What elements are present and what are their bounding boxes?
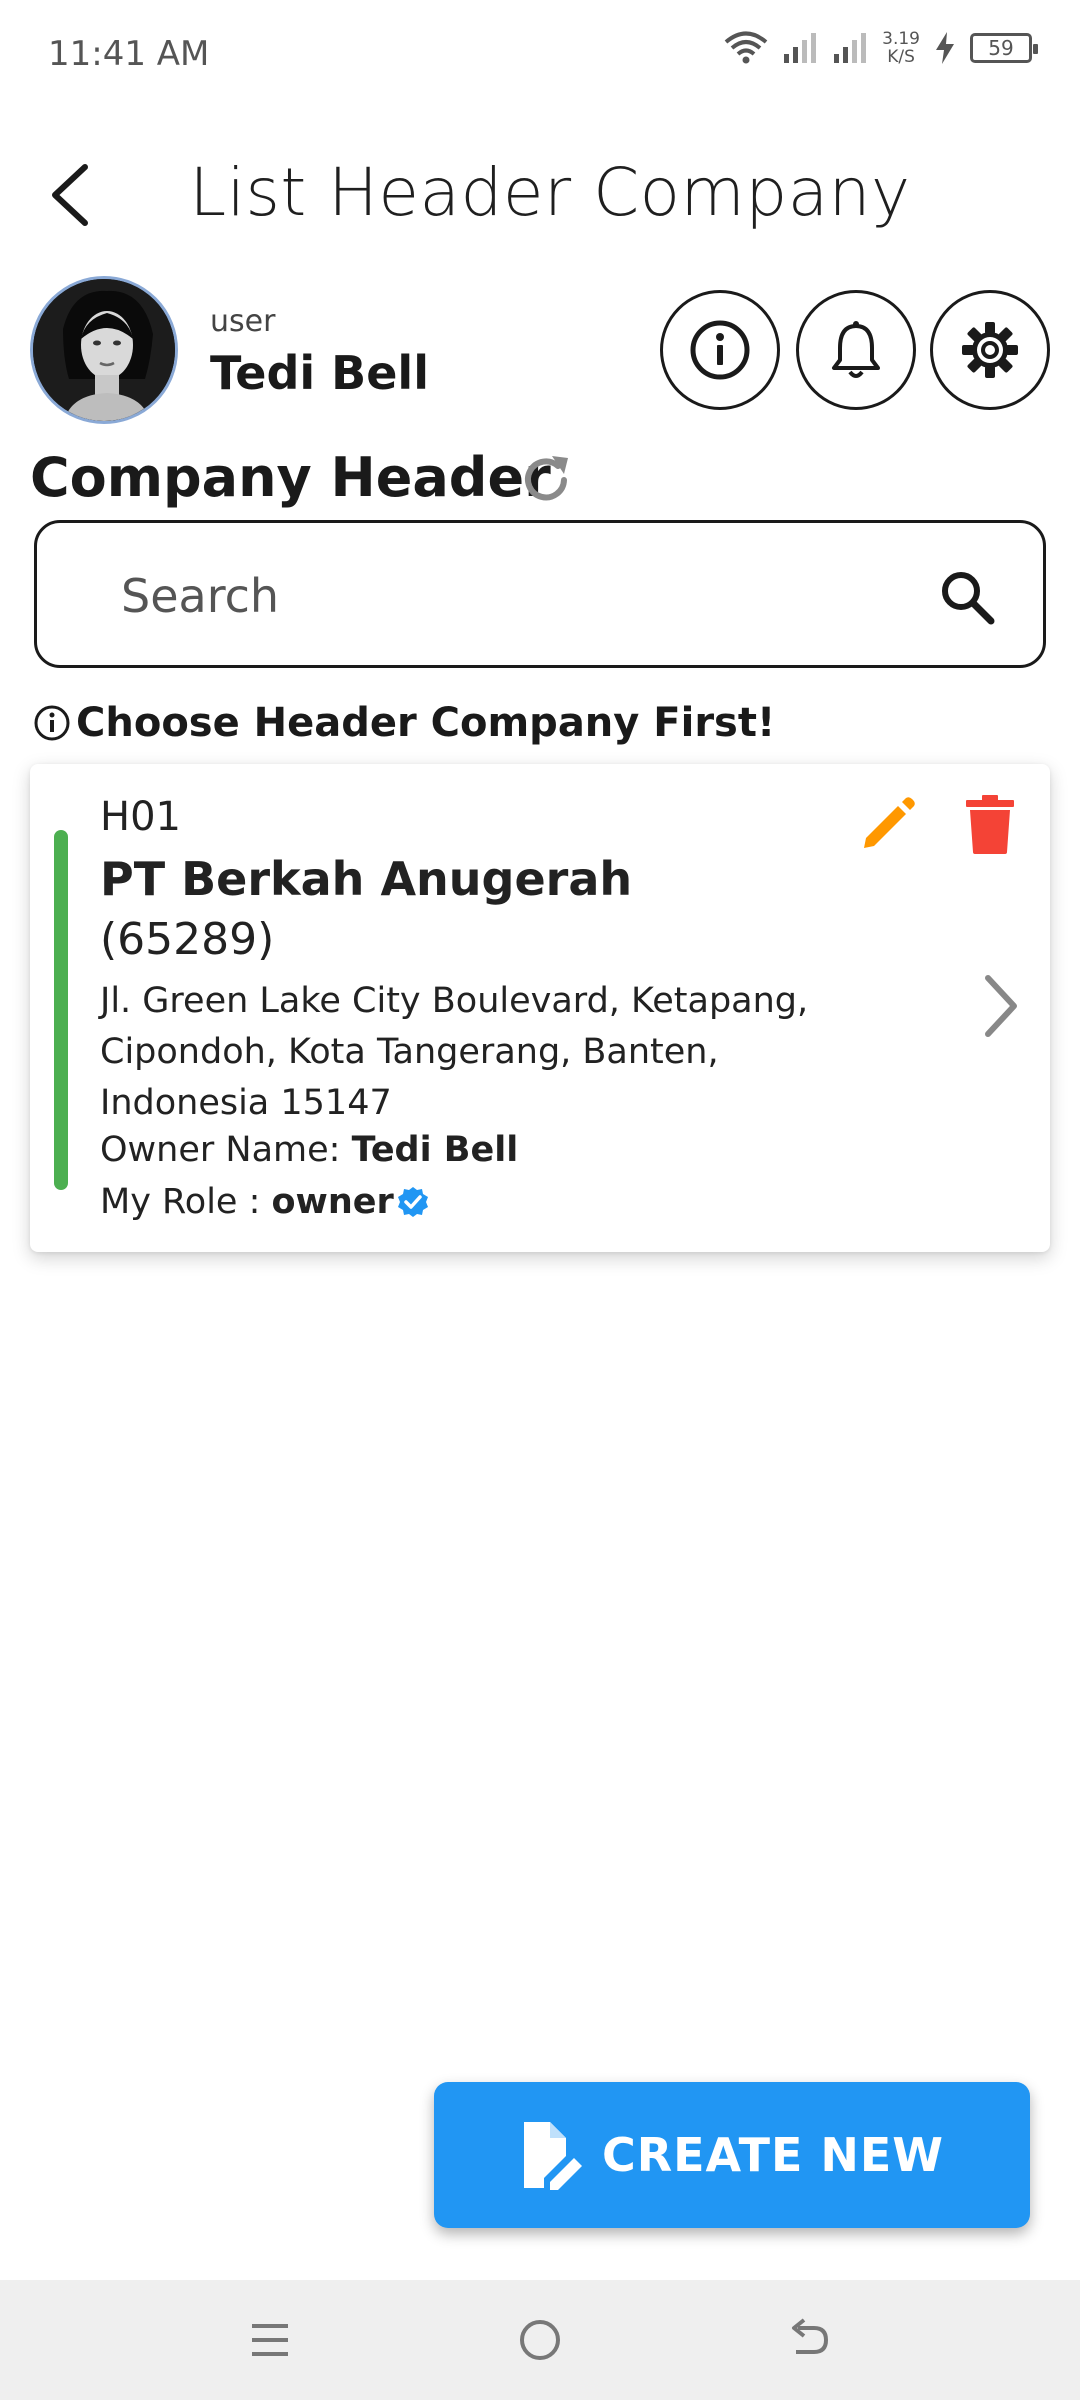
owner-name: Tedi Bell bbox=[351, 1130, 519, 1170]
card-accent-bar bbox=[54, 830, 68, 1190]
system-nav-bar bbox=[0, 2280, 1080, 2400]
avatar[interactable] bbox=[30, 276, 178, 424]
company-id: (65289) bbox=[100, 914, 275, 965]
info-outline-icon bbox=[34, 705, 70, 741]
app-bar: List Header Company bbox=[0, 140, 1080, 250]
refresh-icon[interactable] bbox=[516, 450, 576, 510]
info-icon bbox=[690, 320, 750, 380]
info-button[interactable] bbox=[660, 290, 780, 410]
document-edit-icon bbox=[523, 2122, 582, 2190]
nav-menu-button[interactable] bbox=[238, 2308, 302, 2372]
hint-text: Choose Header Company First! bbox=[76, 700, 776, 746]
search-input[interactable] bbox=[121, 561, 921, 631]
role-label: My Role : bbox=[100, 1182, 272, 1222]
create-new-label: CREATE NEW bbox=[601, 2128, 945, 2182]
verified-icon bbox=[397, 1187, 428, 1217]
status-time: 11:41 AM bbox=[48, 34, 210, 74]
user-name: Tedi Bell bbox=[210, 346, 429, 400]
company-address: Jl. Green Lake City Boulevard, Ketapang,… bbox=[100, 981, 809, 1123]
owner-label: Owner Name: bbox=[100, 1130, 352, 1170]
gear-icon bbox=[962, 322, 1018, 378]
delete-icon[interactable] bbox=[960, 792, 1020, 856]
charging-icon bbox=[936, 32, 954, 64]
bell-icon bbox=[832, 321, 880, 378]
edit-icon[interactable] bbox=[856, 792, 920, 856]
section-title: Company Header bbox=[30, 446, 551, 509]
signal-icon-2 bbox=[834, 33, 867, 63]
user-role-label: user bbox=[210, 304, 276, 339]
avatar-image bbox=[33, 279, 175, 421]
home-circle-icon bbox=[520, 2320, 560, 2360]
search-icon[interactable] bbox=[937, 567, 997, 627]
user-header: user Tedi Bell bbox=[30, 276, 1050, 426]
signal-icon bbox=[784, 33, 817, 63]
status-bar: 11:41 AM 3.19 K/S 59 bbox=[0, 0, 1080, 110]
owner-line: Owner Name: Tedi Bell bbox=[100, 1130, 518, 1170]
page-title: List Header Company bbox=[189, 154, 911, 231]
create-new-button[interactable]: CREATE NEW bbox=[434, 2082, 1030, 2228]
net-speed: 3.19 K/S bbox=[882, 29, 920, 67]
search-box bbox=[34, 520, 1046, 668]
hint: Choose Header Company First! bbox=[32, 700, 775, 746]
status-icons: 3.19 K/S 59 bbox=[724, 29, 1038, 67]
wifi-icon bbox=[724, 31, 768, 64]
nav-home-button[interactable] bbox=[508, 2308, 572, 2372]
menu-icon bbox=[252, 2324, 288, 2356]
nav-back-button[interactable] bbox=[776, 2308, 840, 2372]
company-card[interactable]: H01 PT Berkah Anugerah (65289) Jl. Green… bbox=[30, 764, 1050, 1252]
settings-button[interactable] bbox=[930, 290, 1050, 410]
company-code: H01 bbox=[100, 794, 181, 840]
company-name: PT Berkah Anugerah bbox=[100, 852, 633, 906]
chevron-right-icon[interactable] bbox=[970, 970, 1030, 1042]
battery-icon: 59 bbox=[970, 33, 1038, 63]
role-value: owner bbox=[271, 1182, 394, 1222]
notifications-button[interactable] bbox=[796, 290, 916, 410]
role-line: My Role : owner bbox=[100, 1182, 430, 1222]
back-arrow-icon bbox=[792, 2318, 829, 2354]
